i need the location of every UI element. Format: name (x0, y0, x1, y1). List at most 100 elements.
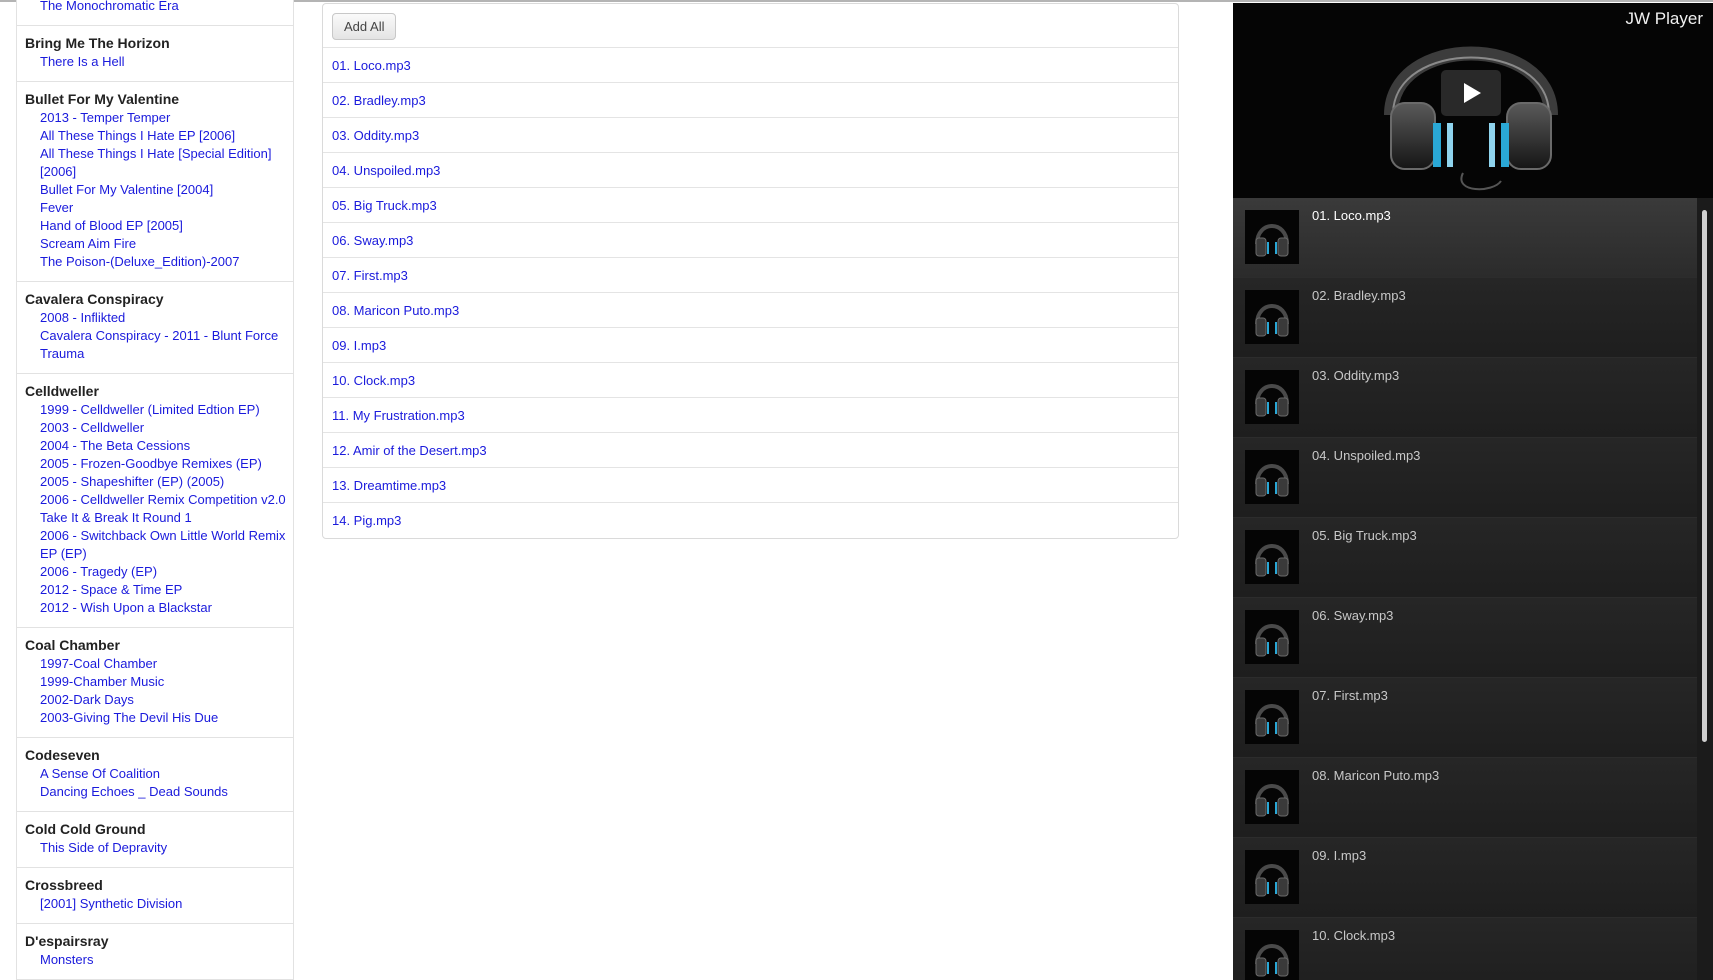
headphones-icon (1245, 370, 1299, 424)
album-link[interactable]: 1999 - Celldweller (Limited Edtion EP) (25, 401, 293, 419)
album-link[interactable]: The Monochromatic Era (25, 0, 293, 15)
track-link[interactable]: 08. Maricon Puto.mp3 (332, 303, 459, 318)
album-link[interactable]: Scream Aim Fire (25, 235, 293, 253)
playlist-item[interactable]: 06. Sway.mp3 (1233, 598, 1697, 678)
playlist-item-title: 01. Loco.mp3 (1312, 208, 1391, 223)
track-row: 06. Sway.mp3 (323, 223, 1178, 258)
headphones-icon (1245, 450, 1299, 504)
album-link[interactable]: 1999-Chamber Music (25, 673, 293, 691)
album-link[interactable]: Monsters (25, 951, 293, 969)
playlist-item[interactable]: 10. Clock.mp3 (1233, 918, 1697, 980)
jw-player-logo: JW Player (1625, 9, 1703, 28)
artist-group: Codeseven A Sense Of Coalition Dancing Ech… (17, 738, 293, 812)
playlist-item[interactable]: 08. Maricon Puto.mp3 (1233, 758, 1697, 838)
album-link[interactable]: Fever (25, 199, 293, 217)
album-link[interactable]: 2012 - Space & Time EP (25, 581, 293, 599)
track-link[interactable]: 13. Dreamtime.mp3 (332, 478, 446, 493)
playlist-item-title: 02. Bradley.mp3 (1312, 288, 1406, 303)
track-link[interactable]: 09. I.mp3 (332, 338, 386, 353)
scrollbar-thumb[interactable] (1702, 210, 1707, 742)
album-link[interactable]: All These Things I Hate [Special Edition… (25, 145, 293, 181)
playlist-item-title: 07. First.mp3 (1312, 688, 1388, 703)
artist-name: Cold Cold Ground (25, 821, 146, 837)
track-row: 09. I.mp3 (323, 328, 1178, 363)
album-link[interactable]: The Poison-(Deluxe_Edition)-2007 (25, 253, 293, 271)
artist-name: Crossbreed (25, 877, 103, 893)
album-link[interactable]: 2006 - Celldweller Remix Competition v2.… (25, 491, 293, 509)
album-link[interactable]: Cavalera Conspiracy - 2011 - Blunt Force… (25, 327, 293, 363)
headphones-icon (1245, 610, 1299, 664)
album-link[interactable]: Bullet For My Valentine [2004] (25, 181, 293, 199)
track-list-panel: Add All 01. Loco.mp3 02. Bradley.mp3 03. O… (322, 3, 1179, 539)
album-link[interactable]: 2003-Giving The Devil His Due (25, 709, 293, 727)
album-link[interactable]: [2001] Synthetic Division (25, 895, 293, 913)
track-link[interactable]: 01. Loco.mp3 (332, 58, 411, 73)
track-link[interactable]: 07. First.mp3 (332, 268, 408, 283)
playlist-item[interactable]: 09. I.mp3 (1233, 838, 1697, 918)
artist-list: The Monochromatic Era Bring Me The Horizo… (17, 0, 293, 980)
album-link[interactable]: 2012 - Wish Upon a Blackstar (25, 599, 293, 617)
album-link[interactable]: This Side of Depravity (25, 839, 293, 857)
album-link[interactable]: Dancing Echoes _ Dead Sounds (25, 783, 293, 801)
track-row: 04. Unspoiled.mp3 (323, 153, 1178, 188)
playlist-item[interactable]: 02. Bradley.mp3 (1233, 278, 1697, 358)
track-link[interactable]: 14. Pig.mp3 (332, 513, 401, 528)
artist-group: Cavalera Conspiracy 2008 - Inflikted Caval… (17, 282, 293, 374)
album-link[interactable]: 2006 - Tragedy (EP) (25, 563, 293, 581)
album-link[interactable]: Hand of Blood EP [2005] (25, 217, 293, 235)
album-link[interactable]: 2002-Dark Days (25, 691, 293, 709)
track-link[interactable]: 02. Bradley.mp3 (332, 93, 426, 108)
album-link[interactable]: 2004 - The Beta Cessions (25, 437, 293, 455)
album-link[interactable]: 2003 - Celldweller (25, 419, 293, 437)
artist-name: Celldweller (25, 383, 99, 399)
track-row: 08. Maricon Puto.mp3 (323, 293, 1178, 328)
headphones-icon (1245, 850, 1299, 904)
album-link[interactable]: 2005 - Shapeshifter (EP) (2005) (25, 473, 293, 491)
album-link[interactable]: There Is a Hell (25, 53, 293, 71)
album-link[interactable]: 2006 - Switchback Own Little World Remix… (25, 527, 293, 563)
artist-name: Bullet For My Valentine (25, 91, 180, 107)
play-button[interactable] (1441, 70, 1501, 116)
track-link[interactable]: 10. Clock.mp3 (332, 373, 415, 388)
add-all-button[interactable]: Add All (332, 13, 397, 40)
track-link[interactable]: 03. Oddity.mp3 (332, 128, 419, 143)
playlist-item[interactable]: 03. Oddity.mp3 (1233, 358, 1697, 438)
playlist-item[interactable]: 01. Loco.mp3 (1233, 198, 1697, 278)
track-row: 11. My Frustration.mp3 (323, 398, 1178, 433)
track-link[interactable]: 12. Amir of the Desert.mp3 (332, 443, 487, 458)
album-link[interactable]: 1997-Coal Chamber (25, 655, 293, 673)
artist-name: Coal Chamber (25, 637, 120, 653)
playlist[interactable]: 01. Loco.mp3 02. Bradley.mp3 03. Oddity.mp… (1233, 198, 1697, 980)
album-link[interactable]: A Sense Of Coalition (25, 765, 293, 783)
playlist-item[interactable]: 05. Big Truck.mp3 (1233, 518, 1697, 598)
artist-name: Bring Me The Horizon (25, 35, 170, 51)
track-rows: 01. Loco.mp3 02. Bradley.mp3 03. Oddity.mp… (323, 48, 1178, 538)
track-row: 12. Amir of the Desert.mp3 (323, 433, 1178, 468)
track-row: 14. Pig.mp3 (323, 503, 1178, 538)
playlist-item[interactable]: 04. Unspoiled.mp3 (1233, 438, 1697, 518)
artist-name: Cavalera Conspiracy (25, 291, 164, 307)
jw-player: JW Player 01. Loco.mp3 02. Bradley.mp3 03.… (1233, 3, 1713, 980)
artist-group: Bring Me The Horizon There Is a Hell (17, 26, 293, 82)
album-link[interactable]: All These Things I Hate EP [2006] (25, 127, 293, 145)
album-link[interactable]: 2008 - Inflikted (25, 309, 293, 327)
album-link[interactable]: 2005 - Frozen-Goodbye Remixes (EP) (25, 455, 293, 473)
track-link[interactable]: 06. Sway.mp3 (332, 233, 413, 248)
track-link[interactable]: 04. Unspoiled.mp3 (332, 163, 440, 178)
playlist-item[interactable]: 07. First.mp3 (1233, 678, 1697, 758)
album-link[interactable]: Take It & Break It Round 1 (25, 509, 293, 527)
headphones-icon (1245, 770, 1299, 824)
artist-group: Bullet For My Valentine 2013 - Temper Tem… (17, 82, 293, 282)
track-row: 03. Oddity.mp3 (323, 118, 1178, 153)
track-link[interactable]: 05. Big Truck.mp3 (332, 198, 437, 213)
headphones-icon (1245, 210, 1299, 264)
headphones-icon (1245, 930, 1299, 980)
album-link[interactable]: 2013 - Temper Temper (25, 109, 293, 127)
artist-group: Cold Cold Ground This Side of Depravity (17, 812, 293, 868)
video-area[interactable]: JW Player (1233, 3, 1713, 198)
artist-sidebar[interactable]: The Monochromatic Era Bring Me The Horizo… (16, 0, 294, 980)
playlist-scrollbar[interactable] (1697, 198, 1713, 980)
track-link[interactable]: 11. My Frustration.mp3 (332, 408, 465, 423)
artist-group: Coal Chamber 1997-Coal Chamber 1999-Chambe… (17, 628, 293, 738)
playlist-item-title: 08. Maricon Puto.mp3 (1312, 768, 1440, 783)
